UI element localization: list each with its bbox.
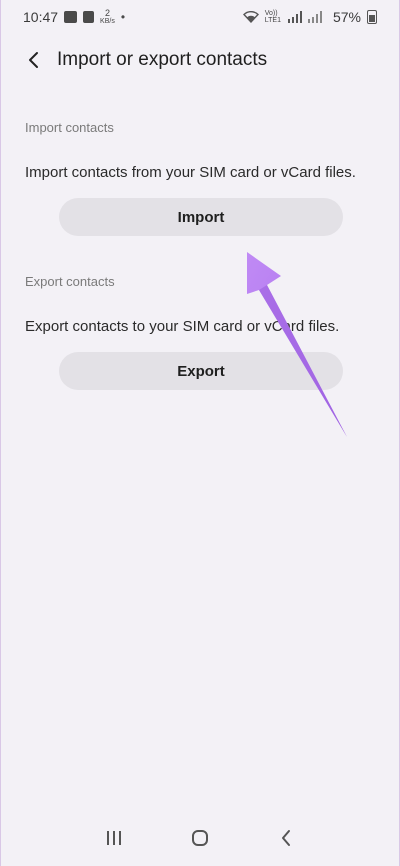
status-bar: 10:47 2 KB/s • Vo)) LTE1 57% <box>1 0 399 34</box>
message-icon <box>64 11 78 23</box>
chevron-left-icon <box>29 52 38 68</box>
import-section-label: Import contacts <box>25 120 114 135</box>
status-left: 10:47 2 KB/s • <box>23 8 126 26</box>
app-header: Import or export contacts <box>1 40 399 80</box>
export-description: Export contacts to your SIM card or vCar… <box>25 318 340 335</box>
volte-top: Vo)) <box>264 10 278 17</box>
recents-button[interactable] <box>94 818 134 858</box>
export-button[interactable]: Export <box>59 352 343 390</box>
export-section-label: Export contacts <box>25 274 115 289</box>
battery-icon <box>367 10 377 24</box>
more-notifications-dot-icon: • <box>120 10 126 24</box>
wifi-icon <box>242 11 259 23</box>
data-rate-value: 2 <box>104 8 110 18</box>
recents-icon <box>107 831 121 845</box>
nav-back-button[interactable] <box>266 818 306 858</box>
status-time: 10:47 <box>23 9 59 25</box>
import-description: Import contacts from your SIM card or vC… <box>25 164 356 181</box>
navigation-bar <box>1 810 399 866</box>
home-icon <box>192 830 208 846</box>
page-title: Import or export contacts <box>57 49 268 70</box>
signal-icon-2 <box>307 11 322 23</box>
back-icon <box>282 830 290 846</box>
signal-icon-1 <box>287 11 302 23</box>
import-button[interactable]: Import <box>59 198 343 236</box>
home-button[interactable] <box>180 818 220 858</box>
status-right: Vo)) LTE1 57% <box>242 9 377 25</box>
data-rate: 2 KB/s <box>100 8 115 26</box>
battery-percent: 57% <box>332 9 361 25</box>
back-button[interactable] <box>19 45 49 75</box>
data-rate-unit: KB/s <box>100 18 115 25</box>
volte-bottom: LTE1 <box>264 17 281 24</box>
notification-icon <box>83 11 95 23</box>
volte-indicator: Vo)) LTE1 <box>265 10 281 24</box>
